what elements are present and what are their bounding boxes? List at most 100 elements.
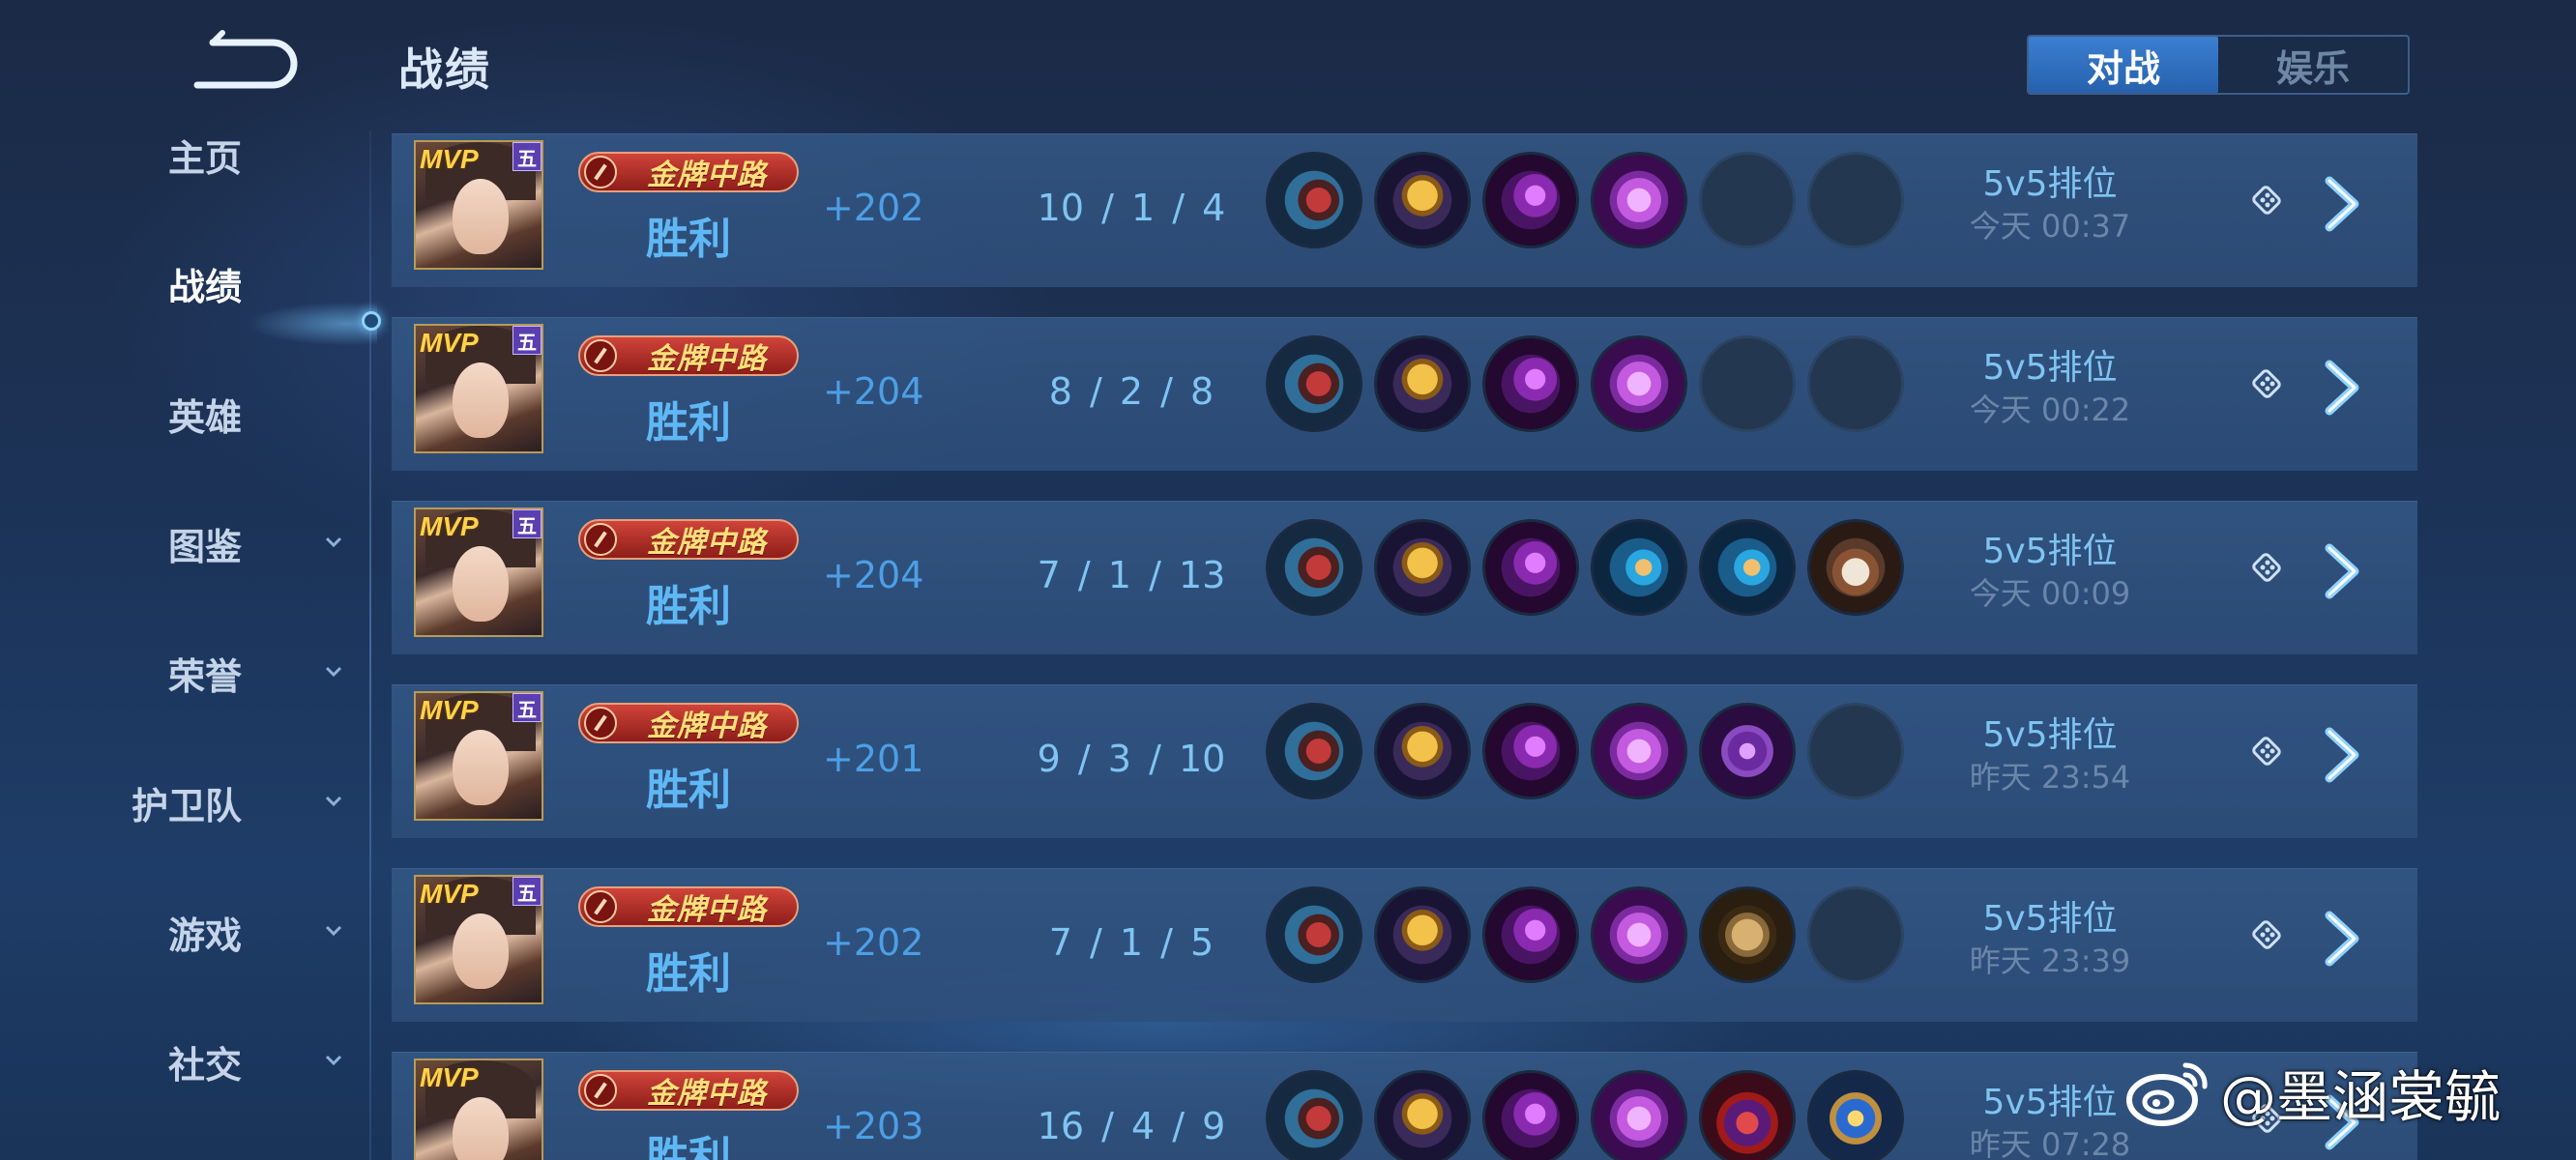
match-time: 今天 00:37 xyxy=(1969,208,2131,245)
rank-points: +201 xyxy=(823,738,924,780)
medal-badge: 金牌中路 xyxy=(578,886,799,927)
sidebar-item-1[interactable]: 战绩 xyxy=(0,245,377,322)
sidebar-item-label: 游戏 xyxy=(167,914,242,957)
match-result: 胜利 xyxy=(646,766,731,815)
rank-badge: 五 xyxy=(512,509,542,538)
silk-item-icon xyxy=(1591,335,1687,432)
book-item-icon xyxy=(1699,886,1796,983)
sidebar-item-5[interactable]: 护卫队 xyxy=(0,764,377,841)
match-time: 今天 00:09 xyxy=(1969,575,2131,612)
sidebar-item-6[interactable]: 游戏 xyxy=(0,893,377,971)
staff-item-icon xyxy=(1482,886,1579,983)
amulet-item-icon xyxy=(1699,519,1796,616)
watermark-text: @墨涵裳毓 xyxy=(2220,1064,2502,1130)
scepter-item-icon xyxy=(1699,703,1796,799)
staff-item-icon xyxy=(1482,152,1579,248)
silk-item-icon xyxy=(1591,886,1687,983)
hero-avatar: MVP 五 xyxy=(414,691,543,821)
chevron-right-icon[interactable] xyxy=(2316,724,2370,786)
rank-points: +204 xyxy=(823,554,924,596)
match-row[interactable]: MVP 五金牌中路 胜利 +204 8 / 2 / 8 5v5排位 今天 00:22 xyxy=(392,317,2417,471)
replay-icon[interactable] xyxy=(2250,917,2285,952)
game-mode: 5v5排位 xyxy=(1982,164,2118,204)
match-time: 昨天 23:39 xyxy=(1969,942,2131,979)
sidebar-item-7[interactable]: 社交 xyxy=(0,1023,377,1100)
cup-item-icon xyxy=(1374,703,1471,799)
kda: 10 / 1 / 4 xyxy=(1037,187,1226,229)
match-row[interactable]: MVP 五金牌中路 胜利 +204 7 / 1 / 13 5v5排位 今天 00:09 xyxy=(392,501,2417,654)
medal-label: 金牌中路 xyxy=(647,893,767,927)
rank-points: +202 xyxy=(823,187,924,229)
game-mode: 5v5排位 xyxy=(1982,715,2118,755)
kda: 8 / 2 / 8 xyxy=(1048,370,1215,413)
medal-label: 金牌中路 xyxy=(647,526,767,560)
match-row[interactable]: MVP 五金牌中路 胜利 +202 7 / 1 / 5 5v5排位 昨天 23:39 xyxy=(392,868,2417,1022)
empty-slot xyxy=(1807,703,1904,799)
rank-points: +202 xyxy=(823,921,924,964)
sword-icon xyxy=(584,890,617,923)
rank-badge: 五 xyxy=(512,877,542,906)
match-row[interactable]: MVP 金牌中路 胜利 +203 16 / 4 / 9 5v5排位 昨天 07:28 xyxy=(392,1052,2417,1160)
mvp-badge: MVP xyxy=(420,328,479,358)
match-result: 胜利 xyxy=(646,398,731,448)
boots-item-icon xyxy=(1266,152,1362,248)
staff-item-icon xyxy=(1482,703,1579,799)
kda: 7 / 1 / 13 xyxy=(1037,554,1226,596)
sword-icon xyxy=(584,156,617,188)
rank-points: +203 xyxy=(823,1105,924,1147)
replay-icon[interactable] xyxy=(2250,183,2285,218)
sidebar-item-4[interactable]: 荣誉 xyxy=(0,634,377,711)
medal-badge: 金牌中路 xyxy=(578,152,799,192)
amulet-item-icon xyxy=(1591,519,1687,616)
staff-item-icon xyxy=(1482,335,1579,432)
medal-badge: 金牌中路 xyxy=(578,335,799,376)
sidebar-item-2[interactable]: 英雄 xyxy=(0,375,377,452)
boots-item-icon xyxy=(1266,1070,1362,1160)
weibo-icon xyxy=(2126,1062,2208,1126)
replay-icon[interactable] xyxy=(2250,366,2285,401)
hat-item-icon xyxy=(1699,1070,1796,1160)
sword-icon xyxy=(584,339,617,372)
hero-face xyxy=(453,179,509,254)
sword-icon xyxy=(584,1074,617,1107)
sidebar-item-3[interactable]: 图鉴 xyxy=(0,505,377,582)
cup-item-icon xyxy=(1374,1070,1471,1160)
game-mode: 5v5排位 xyxy=(1982,348,2118,388)
game-mode: 5v5排位 xyxy=(1982,532,2118,571)
boots-item-icon xyxy=(1266,886,1362,983)
tab-battle[interactable]: 对战 xyxy=(2029,37,2218,93)
hero-face xyxy=(453,546,509,622)
hero-avatar: MVP 五 xyxy=(414,324,543,453)
rank-badge: 五 xyxy=(512,693,542,722)
kda: 16 / 4 / 9 xyxy=(1037,1105,1226,1147)
match-row[interactable]: MVP 五金牌中路 胜利 +201 9 / 3 / 10 5v5排位 昨天 23:54 xyxy=(392,684,2417,838)
tab-entertainment[interactable]: 娱乐 xyxy=(2218,37,2408,93)
sidebar-item-label: 战绩 xyxy=(167,265,242,308)
cup-item-icon xyxy=(1374,335,1471,432)
rank-points: +204 xyxy=(823,370,924,413)
rank-badge: 五 xyxy=(512,142,542,171)
mvp-badge: MVP xyxy=(420,511,479,541)
medal-badge: 金牌中路 xyxy=(578,519,799,560)
cup-item-icon xyxy=(1374,519,1471,616)
sidebar-item-0[interactable]: 主页 xyxy=(0,116,377,193)
chevron-right-icon[interactable] xyxy=(2316,908,2370,970)
staff-item-icon xyxy=(1482,519,1579,616)
back-button[interactable] xyxy=(191,29,298,91)
chevron-right-icon[interactable] xyxy=(2316,173,2370,235)
armor-item-icon xyxy=(1807,519,1904,616)
empty-slot xyxy=(1807,152,1904,248)
medal-badge: 金牌中路 xyxy=(578,703,799,743)
sword-icon xyxy=(584,523,617,556)
cup-item-icon xyxy=(1374,886,1471,983)
chevron-right-icon[interactable] xyxy=(2316,540,2370,602)
hero-avatar: MVP xyxy=(414,1058,543,1160)
hero-avatar: MVP 五 xyxy=(414,140,543,270)
replay-icon[interactable] xyxy=(2250,734,2285,768)
chevron-right-icon[interactable] xyxy=(2316,357,2370,419)
replay-icon[interactable] xyxy=(2250,550,2285,585)
empty-slot xyxy=(1699,152,1796,248)
game-mode: 5v5排位 xyxy=(1982,899,2118,939)
match-row[interactable]: MVP 五金牌中路 胜利 +202 10 / 1 / 4 5v5排位 今天 00:37 xyxy=(392,133,2417,287)
match-time: 昨天 23:54 xyxy=(1969,759,2131,796)
